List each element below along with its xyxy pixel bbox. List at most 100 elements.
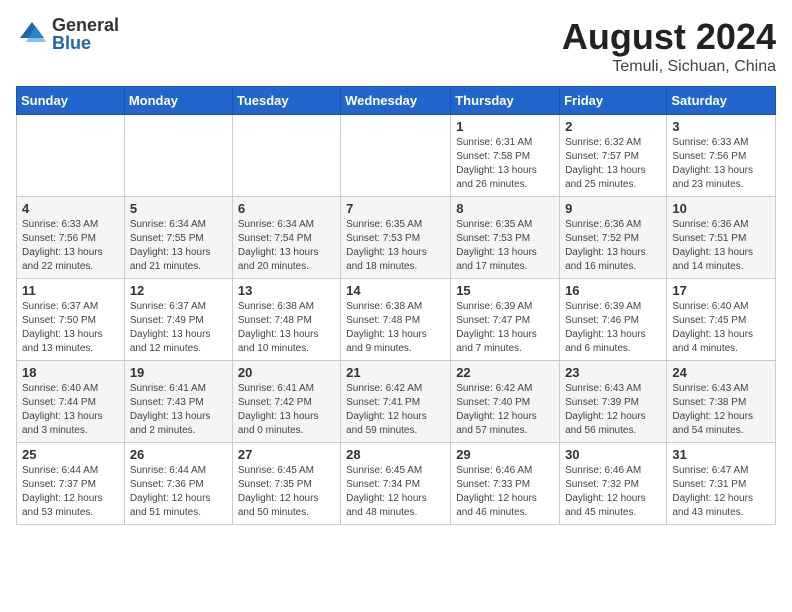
calendar-cell (341, 115, 451, 197)
calendar-cell: 19 Sunrise: 6:41 AM Sunset: 7:43 PM Dayli… (124, 361, 232, 443)
title-section: August 2024 Temuli, Sichuan, China (562, 16, 776, 76)
calendar-week-row: 1Sunrise: 6:31 AM Sunset: 7:58 PM Daylig… (17, 115, 776, 197)
day-number: 25 (22, 447, 119, 462)
day-info: Sunrise: 6:43 AM Sunset: 7:38 PM Dayligh… (672, 382, 770, 438)
calendar-header: SundayMondayTuesdayWednesdayThursdayFrid… (17, 87, 776, 115)
calendar-cell: 4 Sunrise: 6:33 AM Sunset: 7:56 PM Daylig… (17, 197, 125, 279)
day-number: 13 (238, 283, 335, 298)
day-info: Sunrise: 6:44 AM Sunset: 7:36 PM Dayligh… (130, 464, 227, 520)
weekday-header: Thursday (451, 87, 560, 115)
day-info: Sunrise: 6:34 AM Sunset: 7:55 PM Dayligh… (130, 218, 227, 274)
calendar-cell: 11 Sunrise: 6:37 AM Sunset: 7:50 PM Dayli… (17, 279, 125, 361)
calendar-cell: 27 Sunrise: 6:45 AM Sunset: 7:35 PM Dayli… (232, 443, 340, 525)
day-info: Sunrise: 6:35 AM Sunset: 7:53 PM Dayligh… (456, 218, 554, 274)
weekday-header: Friday (560, 87, 667, 115)
day-info: Sunrise: 6:33 AM Sunset: 7:56 PM Dayligh… (672, 136, 770, 192)
day-info: Sunrise: 6:42 AM Sunset: 7:40 PM Dayligh… (456, 382, 554, 438)
day-info: Sunrise: 6:38 AM Sunset: 7:48 PM Dayligh… (238, 300, 335, 356)
calendar: SundayMondayTuesdayWednesdayThursdayFrid… (16, 86, 776, 525)
day-info: Sunrise: 6:45 AM Sunset: 7:35 PM Dayligh… (238, 464, 335, 520)
day-number: 11 (22, 283, 119, 298)
calendar-cell: 2 Sunrise: 6:32 AM Sunset: 7:57 PM Daylig… (560, 115, 667, 197)
weekday-header: Sunday (17, 87, 125, 115)
calendar-cell: 15 Sunrise: 6:39 AM Sunset: 7:47 PM Dayli… (451, 279, 560, 361)
day-info: Sunrise: 6:47 AM Sunset: 7:31 PM Dayligh… (672, 464, 770, 520)
day-number: 23 (565, 365, 661, 380)
day-number: 27 (238, 447, 335, 462)
calendar-cell: 8 Sunrise: 6:35 AM Sunset: 7:53 PM Daylig… (451, 197, 560, 279)
calendar-cell: 14Sunrise: 6:38 AM Sunset: 7:48 PM Dayli… (341, 279, 451, 361)
day-number: 3 (672, 119, 770, 134)
logo: General Blue (16, 16, 119, 52)
day-info: Sunrise: 6:37 AM Sunset: 7:49 PM Dayligh… (130, 300, 227, 356)
logo-general: General (52, 16, 119, 34)
weekday-header: Wednesday (341, 87, 451, 115)
day-number: 1 (456, 119, 554, 134)
calendar-cell (124, 115, 232, 197)
day-number: 7 (346, 201, 445, 216)
calendar-cell: 10 Sunrise: 6:36 AM Sunset: 7:51 PM Dayli… (667, 197, 776, 279)
calendar-cell: 9Sunrise: 6:36 AM Sunset: 7:52 PM Daylig… (560, 197, 667, 279)
day-info: Sunrise: 6:34 AM Sunset: 7:54 PM Dayligh… (238, 218, 335, 274)
weekday-header: Tuesday (232, 87, 340, 115)
day-number: 6 (238, 201, 335, 216)
day-number: 4 (22, 201, 119, 216)
day-info: Sunrise: 6:33 AM Sunset: 7:56 PM Dayligh… (22, 218, 119, 274)
calendar-week-row: 4 Sunrise: 6:33 AM Sunset: 7:56 PM Daylig… (17, 197, 776, 279)
day-info: Sunrise: 6:46 AM Sunset: 7:33 PM Dayligh… (456, 464, 554, 520)
calendar-body: 1Sunrise: 6:31 AM Sunset: 7:58 PM Daylig… (17, 115, 776, 525)
day-number: 22 (456, 365, 554, 380)
logo-icon (16, 18, 48, 50)
calendar-cell: 21Sunrise: 6:42 AM Sunset: 7:41 PM Dayli… (341, 361, 451, 443)
month-title: August 2024 (562, 16, 776, 58)
day-number: 26 (130, 447, 227, 462)
calendar-week-row: 11 Sunrise: 6:37 AM Sunset: 7:50 PM Dayli… (17, 279, 776, 361)
day-number: 24 (672, 365, 770, 380)
day-info: Sunrise: 6:44 AM Sunset: 7:37 PM Dayligh… (22, 464, 119, 520)
day-info: Sunrise: 6:43 AM Sunset: 7:39 PM Dayligh… (565, 382, 661, 438)
day-info: Sunrise: 6:37 AM Sunset: 7:50 PM Dayligh… (22, 300, 119, 356)
day-info: Sunrise: 6:45 AM Sunset: 7:34 PM Dayligh… (346, 464, 445, 520)
day-number: 10 (672, 201, 770, 216)
header-row: SundayMondayTuesdayWednesdayThursdayFrid… (17, 87, 776, 115)
calendar-cell: 24 Sunrise: 6:43 AM Sunset: 7:38 PM Dayli… (667, 361, 776, 443)
day-number: 18 (22, 365, 119, 380)
calendar-cell: 26 Sunrise: 6:44 AM Sunset: 7:36 PM Dayli… (124, 443, 232, 525)
calendar-cell: 25 Sunrise: 6:44 AM Sunset: 7:37 PM Dayli… (17, 443, 125, 525)
calendar-cell (232, 115, 340, 197)
day-number: 28 (346, 447, 445, 462)
day-number: 30 (565, 447, 661, 462)
day-info: Sunrise: 6:36 AM Sunset: 7:51 PM Dayligh… (672, 218, 770, 274)
day-number: 29 (456, 447, 554, 462)
day-number: 21 (346, 365, 445, 380)
day-info: Sunrise: 6:41 AM Sunset: 7:42 PM Dayligh… (238, 382, 335, 438)
day-number: 17 (672, 283, 770, 298)
day-info: Sunrise: 6:39 AM Sunset: 7:47 PM Dayligh… (456, 300, 554, 356)
day-info: Sunrise: 6:32 AM Sunset: 7:57 PM Dayligh… (565, 136, 661, 192)
day-number: 5 (130, 201, 227, 216)
day-number: 19 (130, 365, 227, 380)
day-info: Sunrise: 6:36 AM Sunset: 7:52 PM Dayligh… (565, 218, 661, 274)
calendar-cell: 12 Sunrise: 6:37 AM Sunset: 7:49 PM Dayli… (124, 279, 232, 361)
day-info: Sunrise: 6:41 AM Sunset: 7:43 PM Dayligh… (130, 382, 227, 438)
day-number: 12 (130, 283, 227, 298)
day-number: 15 (456, 283, 554, 298)
day-info: Sunrise: 6:38 AM Sunset: 7:48 PM Dayligh… (346, 300, 445, 356)
calendar-week-row: 25 Sunrise: 6:44 AM Sunset: 7:37 PM Dayli… (17, 443, 776, 525)
calendar-cell (17, 115, 125, 197)
calendar-cell: 30 Sunrise: 6:46 AM Sunset: 7:32 PM Dayli… (560, 443, 667, 525)
calendar-cell: 20 Sunrise: 6:41 AM Sunset: 7:42 PM Dayli… (232, 361, 340, 443)
calendar-cell: 1Sunrise: 6:31 AM Sunset: 7:58 PM Daylig… (451, 115, 560, 197)
day-number: 8 (456, 201, 554, 216)
day-info: Sunrise: 6:46 AM Sunset: 7:32 PM Dayligh… (565, 464, 661, 520)
day-number: 20 (238, 365, 335, 380)
day-info: Sunrise: 6:40 AM Sunset: 7:45 PM Dayligh… (672, 300, 770, 356)
day-number: 16 (565, 283, 661, 298)
day-number: 2 (565, 119, 661, 134)
calendar-week-row: 18Sunrise: 6:40 AM Sunset: 7:44 PM Dayli… (17, 361, 776, 443)
calendar-cell: 31Sunrise: 6:47 AM Sunset: 7:31 PM Dayli… (667, 443, 776, 525)
day-info: Sunrise: 6:39 AM Sunset: 7:46 PM Dayligh… (565, 300, 661, 356)
calendar-cell: 5 Sunrise: 6:34 AM Sunset: 7:55 PM Daylig… (124, 197, 232, 279)
page-header: General Blue August 2024 Temuli, Sichuan… (16, 16, 776, 76)
calendar-cell: 28 Sunrise: 6:45 AM Sunset: 7:34 PM Dayli… (341, 443, 451, 525)
